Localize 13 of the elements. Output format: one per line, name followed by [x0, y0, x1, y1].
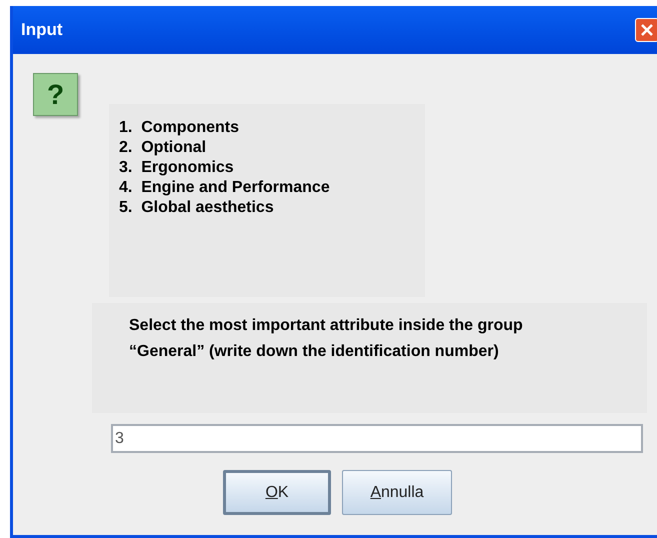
option-text: 5. Global aesthetics: [119, 198, 274, 218]
question-icon: ?: [33, 73, 78, 116]
cancel-button[interactable]: Annulla: [342, 470, 452, 515]
option-text: 2. Optional: [119, 138, 206, 158]
message-text: Select the most important attribute inside the group “General” (write down the identification number): [129, 316, 524, 362]
input-field[interactable]: 3: [111, 424, 643, 453]
close-icon: [640, 23, 654, 37]
ok-button[interactable]: OK: [223, 470, 331, 515]
option-text: 1. Components: [119, 118, 240, 138]
option-text: 3. Ergonomics: [119, 158, 234, 178]
close-button[interactable]: [635, 18, 657, 42]
option-text: 4. Engine and Performance: [119, 178, 330, 198]
window-title: Input: [21, 19, 63, 42]
